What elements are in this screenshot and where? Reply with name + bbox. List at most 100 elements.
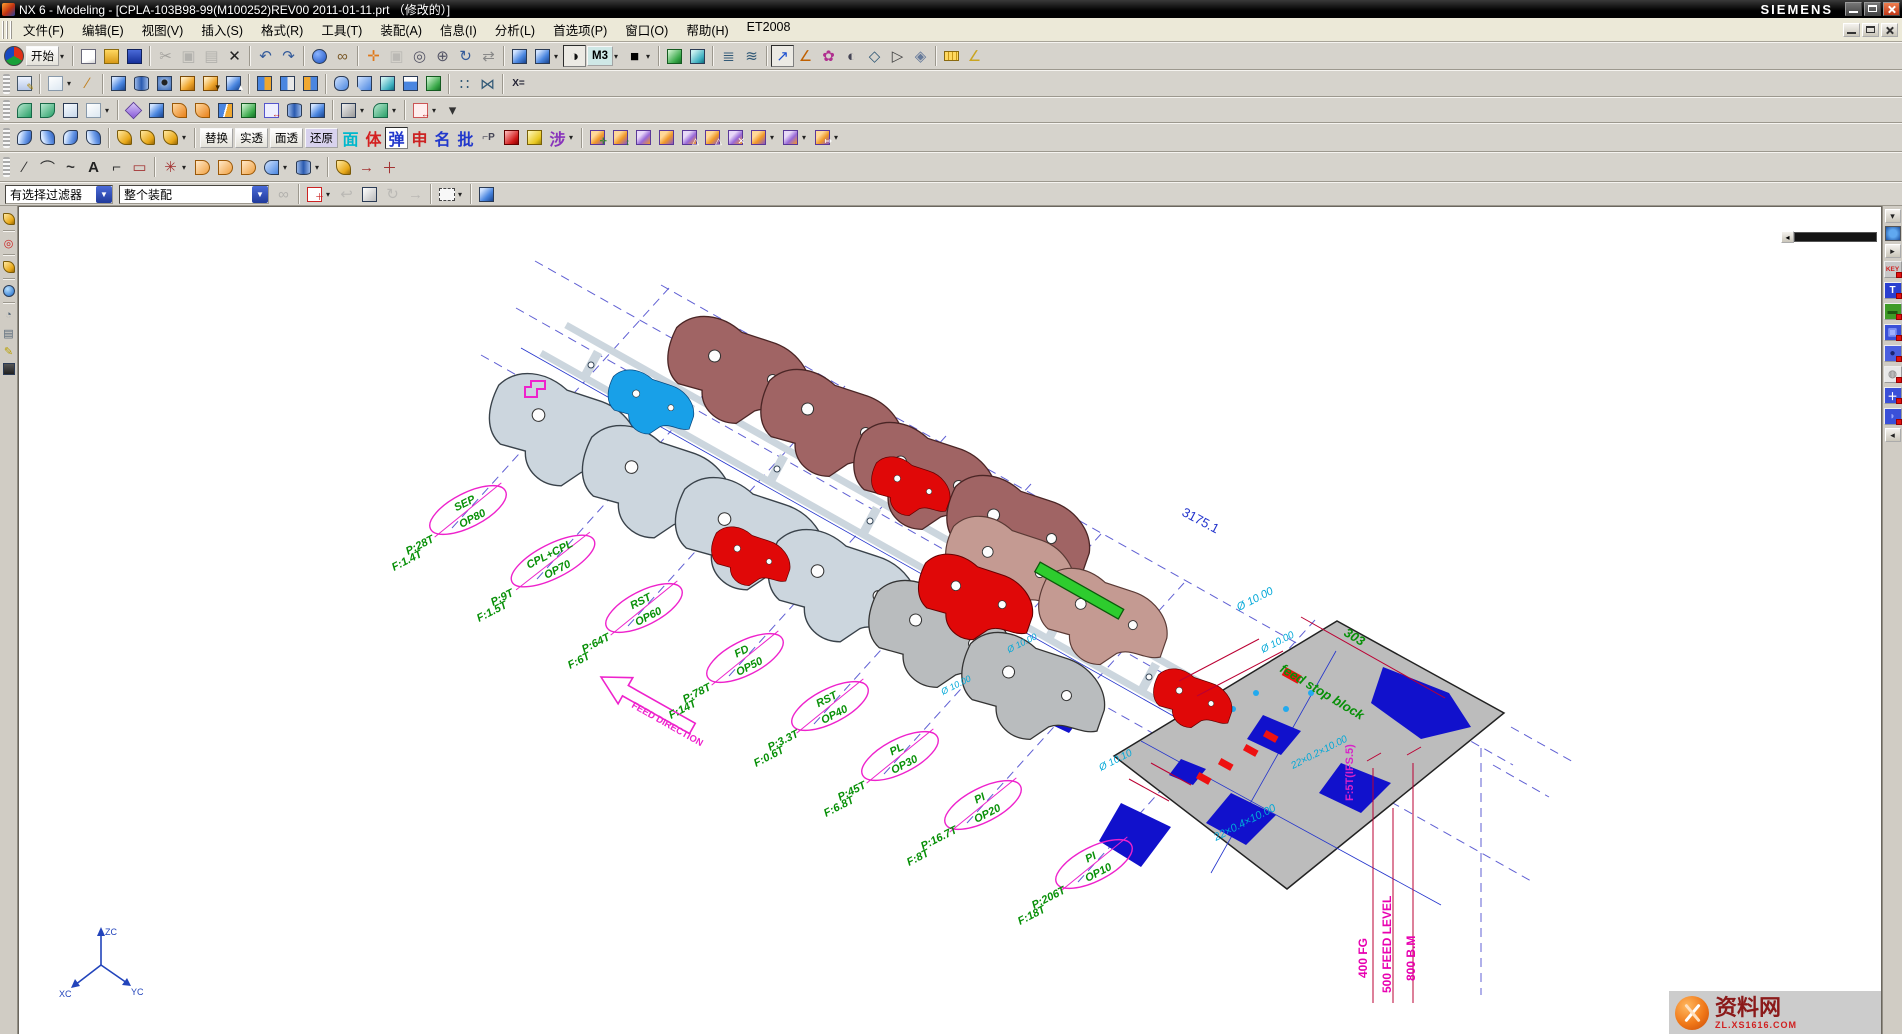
menu-preferences[interactable]: 首选项(P) xyxy=(544,17,616,42)
part-thumb-t[interactable]: T xyxy=(1884,282,1902,299)
red-block-icon[interactable] xyxy=(500,127,523,149)
name-tool-button[interactable]: 名 xyxy=(431,127,454,149)
clip-work-section-icon[interactable] xyxy=(686,45,709,67)
spring-tool-button[interactable]: 弹 xyxy=(385,127,408,149)
thicken-icon-dropdown-icon[interactable]: ▾ xyxy=(315,163,324,172)
pocket-icon[interactable]: ▾ xyxy=(199,73,222,95)
pattern-feature-icon[interactable]: ∷ xyxy=(453,73,476,95)
reuse-key-thumb[interactable]: KEY xyxy=(1884,261,1902,278)
ruled-surface-icon[interactable] xyxy=(59,127,82,149)
menu-format[interactable]: 格式(R) xyxy=(252,17,312,42)
split-face-icon[interactable] xyxy=(214,99,237,121)
minimize-button[interactable] xyxy=(1845,2,1862,16)
label-chamfer-icon[interactable] xyxy=(191,99,214,121)
sync-dimension-icon-dropdown-icon[interactable]: ▾ xyxy=(432,106,441,115)
mdi-restore-button[interactable] xyxy=(1862,23,1879,37)
boss-icon[interactable] xyxy=(176,73,199,95)
curve-length-icon[interactable] xyxy=(237,156,260,178)
mesh-surface-icon[interactable] xyxy=(82,127,105,149)
shell-body-icon[interactable] xyxy=(306,99,329,121)
selection-filter-dropdown-arrow-icon[interactable]: ▼ xyxy=(96,186,112,203)
checklist-tool-icon[interactable]: ▤ xyxy=(0,324,17,342)
slider-left-button[interactable]: ◂ xyxy=(1781,231,1794,243)
nx-logo-icon[interactable] xyxy=(2,45,25,67)
trim-body-icon[interactable] xyxy=(422,73,445,95)
start-menu-button[interactable]: 开始 xyxy=(26,46,59,66)
save-icon[interactable] xyxy=(123,45,146,67)
linear-dimension-icon[interactable]: ↔ xyxy=(260,99,283,121)
snap-point-icon[interactable]: ◇ xyxy=(863,45,886,67)
edge-blend-icon[interactable] xyxy=(330,73,353,95)
zoom-in-out-icon[interactable]: ⊕ xyxy=(431,45,454,67)
swept-surface-icon[interactable] xyxy=(36,127,59,149)
component-list-icon-dropdown-icon[interactable]: ▾ xyxy=(770,133,779,142)
layer-settings-icon[interactable]: ≣ xyxy=(717,45,740,67)
corner-icon[interactable]: ⌐ xyxy=(105,156,128,178)
replace-face-icon[interactable] xyxy=(82,99,105,121)
extrude-icon[interactable] xyxy=(107,73,130,95)
wcs-dynamics-icon[interactable]: ↗ xyxy=(771,45,794,67)
resource-collapse-button[interactable]: ▾ xyxy=(1885,209,1901,223)
spline-icon[interactable]: ~ xyxy=(59,156,82,178)
hide-component-icon[interactable]: ✕ xyxy=(724,127,747,149)
new-file-icon[interactable] xyxy=(77,45,100,67)
constraint-icon-dropdown-icon[interactable]: ▾ xyxy=(802,133,811,142)
cad-strip-drawing[interactable]: FEED DIRECTION SEPOP80 CPL+CPLOP70 RS xyxy=(19,207,1882,1034)
undo-selection-icon[interactable]: ↩ xyxy=(335,183,358,205)
mate-component-icon[interactable]: △ xyxy=(678,127,701,149)
graphics-viewport[interactable]: FEED DIRECTION SEPOP80 CPL+CPLOP70 RS xyxy=(18,206,1882,1034)
intersect-icon[interactable] xyxy=(299,73,322,95)
menu-insert[interactable]: 插入(S) xyxy=(192,17,252,42)
extend-curve-icon[interactable] xyxy=(214,156,237,178)
menu-analysis[interactable]: 分析(L) xyxy=(486,17,544,42)
offset-region-icon[interactable] xyxy=(59,99,82,121)
body-tool-button[interactable]: 体 xyxy=(362,127,385,149)
face-transparent-button[interactable]: 面透 xyxy=(270,128,303,148)
solid-transparent-button[interactable]: 实透 xyxy=(235,128,268,148)
sew-icon-dropdown-icon[interactable]: ▾ xyxy=(283,163,292,172)
replace-ref-button[interactable]: 替换 xyxy=(200,128,233,148)
zoom-circle-icon[interactable]: ◎ xyxy=(408,45,431,67)
clip-section-icon[interactable] xyxy=(663,45,686,67)
extract-curve-icon[interactable]: → xyxy=(355,156,378,178)
snap-crosshair-icon[interactable]: ＋ xyxy=(303,183,326,205)
menu-window[interactable]: 窗口(O) xyxy=(616,17,677,42)
reorder-blends-icon[interactable] xyxy=(145,99,168,121)
edit-cross-section-icon-dropdown-icon[interactable]: ▾ xyxy=(392,106,401,115)
part-thumb-cup[interactable]: ◍ xyxy=(1884,366,1902,383)
menu-file[interactable]: 文件(F) xyxy=(14,17,73,42)
show-only-icon[interactable] xyxy=(475,183,498,205)
find-component-icon[interactable]: ∞ xyxy=(272,183,295,205)
arc-icon[interactable]: ⌒ xyxy=(36,156,59,178)
selection-scope-dropdown-arrow-icon[interactable]: ▼ xyxy=(252,186,268,203)
assemble-component-icon[interactable]: ↕ xyxy=(609,127,632,149)
extend-tool-button[interactable]: 申 xyxy=(408,127,431,149)
pan-disabled-icon[interactable]: → xyxy=(404,183,427,205)
group-face-icon[interactable] xyxy=(337,99,360,121)
maximize-button[interactable] xyxy=(1864,2,1881,16)
position-component-icon[interactable]: △ xyxy=(701,127,724,149)
interference-icon[interactable]: ◈ xyxy=(909,45,932,67)
start-menu-button-dropdown-icon[interactable]: ▾ xyxy=(60,52,69,61)
layer-visibility-icon[interactable]: ≋ xyxy=(740,45,763,67)
wave-link-icon[interactable] xyxy=(332,156,355,178)
close-button[interactable] xyxy=(1883,2,1900,16)
hole-icon[interactable] xyxy=(153,73,176,95)
paste-icon[interactable]: ▤ xyxy=(200,45,223,67)
open-file-icon[interactable] xyxy=(100,45,123,67)
menu-information[interactable]: 信息(I) xyxy=(431,17,486,42)
palette-back-button[interactable]: ◂ xyxy=(1885,428,1901,442)
slider-track[interactable] xyxy=(1794,232,1877,242)
menu-et2008[interactable]: ET2008 xyxy=(738,17,800,42)
sew-icon[interactable] xyxy=(260,156,283,178)
menu-edit[interactable]: 编辑(E) xyxy=(73,17,133,42)
subtract-icon[interactable] xyxy=(276,73,299,95)
rotate-disabled-icon[interactable]: ↻ xyxy=(381,183,404,205)
rotate-view-icon[interactable]: ↻ xyxy=(454,45,477,67)
copy-icon[interactable]: ▣ xyxy=(177,45,200,67)
measure-distance-icon[interactable] xyxy=(940,45,963,67)
variational-sweep-icon[interactable] xyxy=(136,127,159,149)
menu-tools[interactable]: 工具(T) xyxy=(312,17,371,42)
sync-dimension-icon[interactable]: ↔ xyxy=(409,99,432,121)
unite-icon[interactable] xyxy=(253,73,276,95)
